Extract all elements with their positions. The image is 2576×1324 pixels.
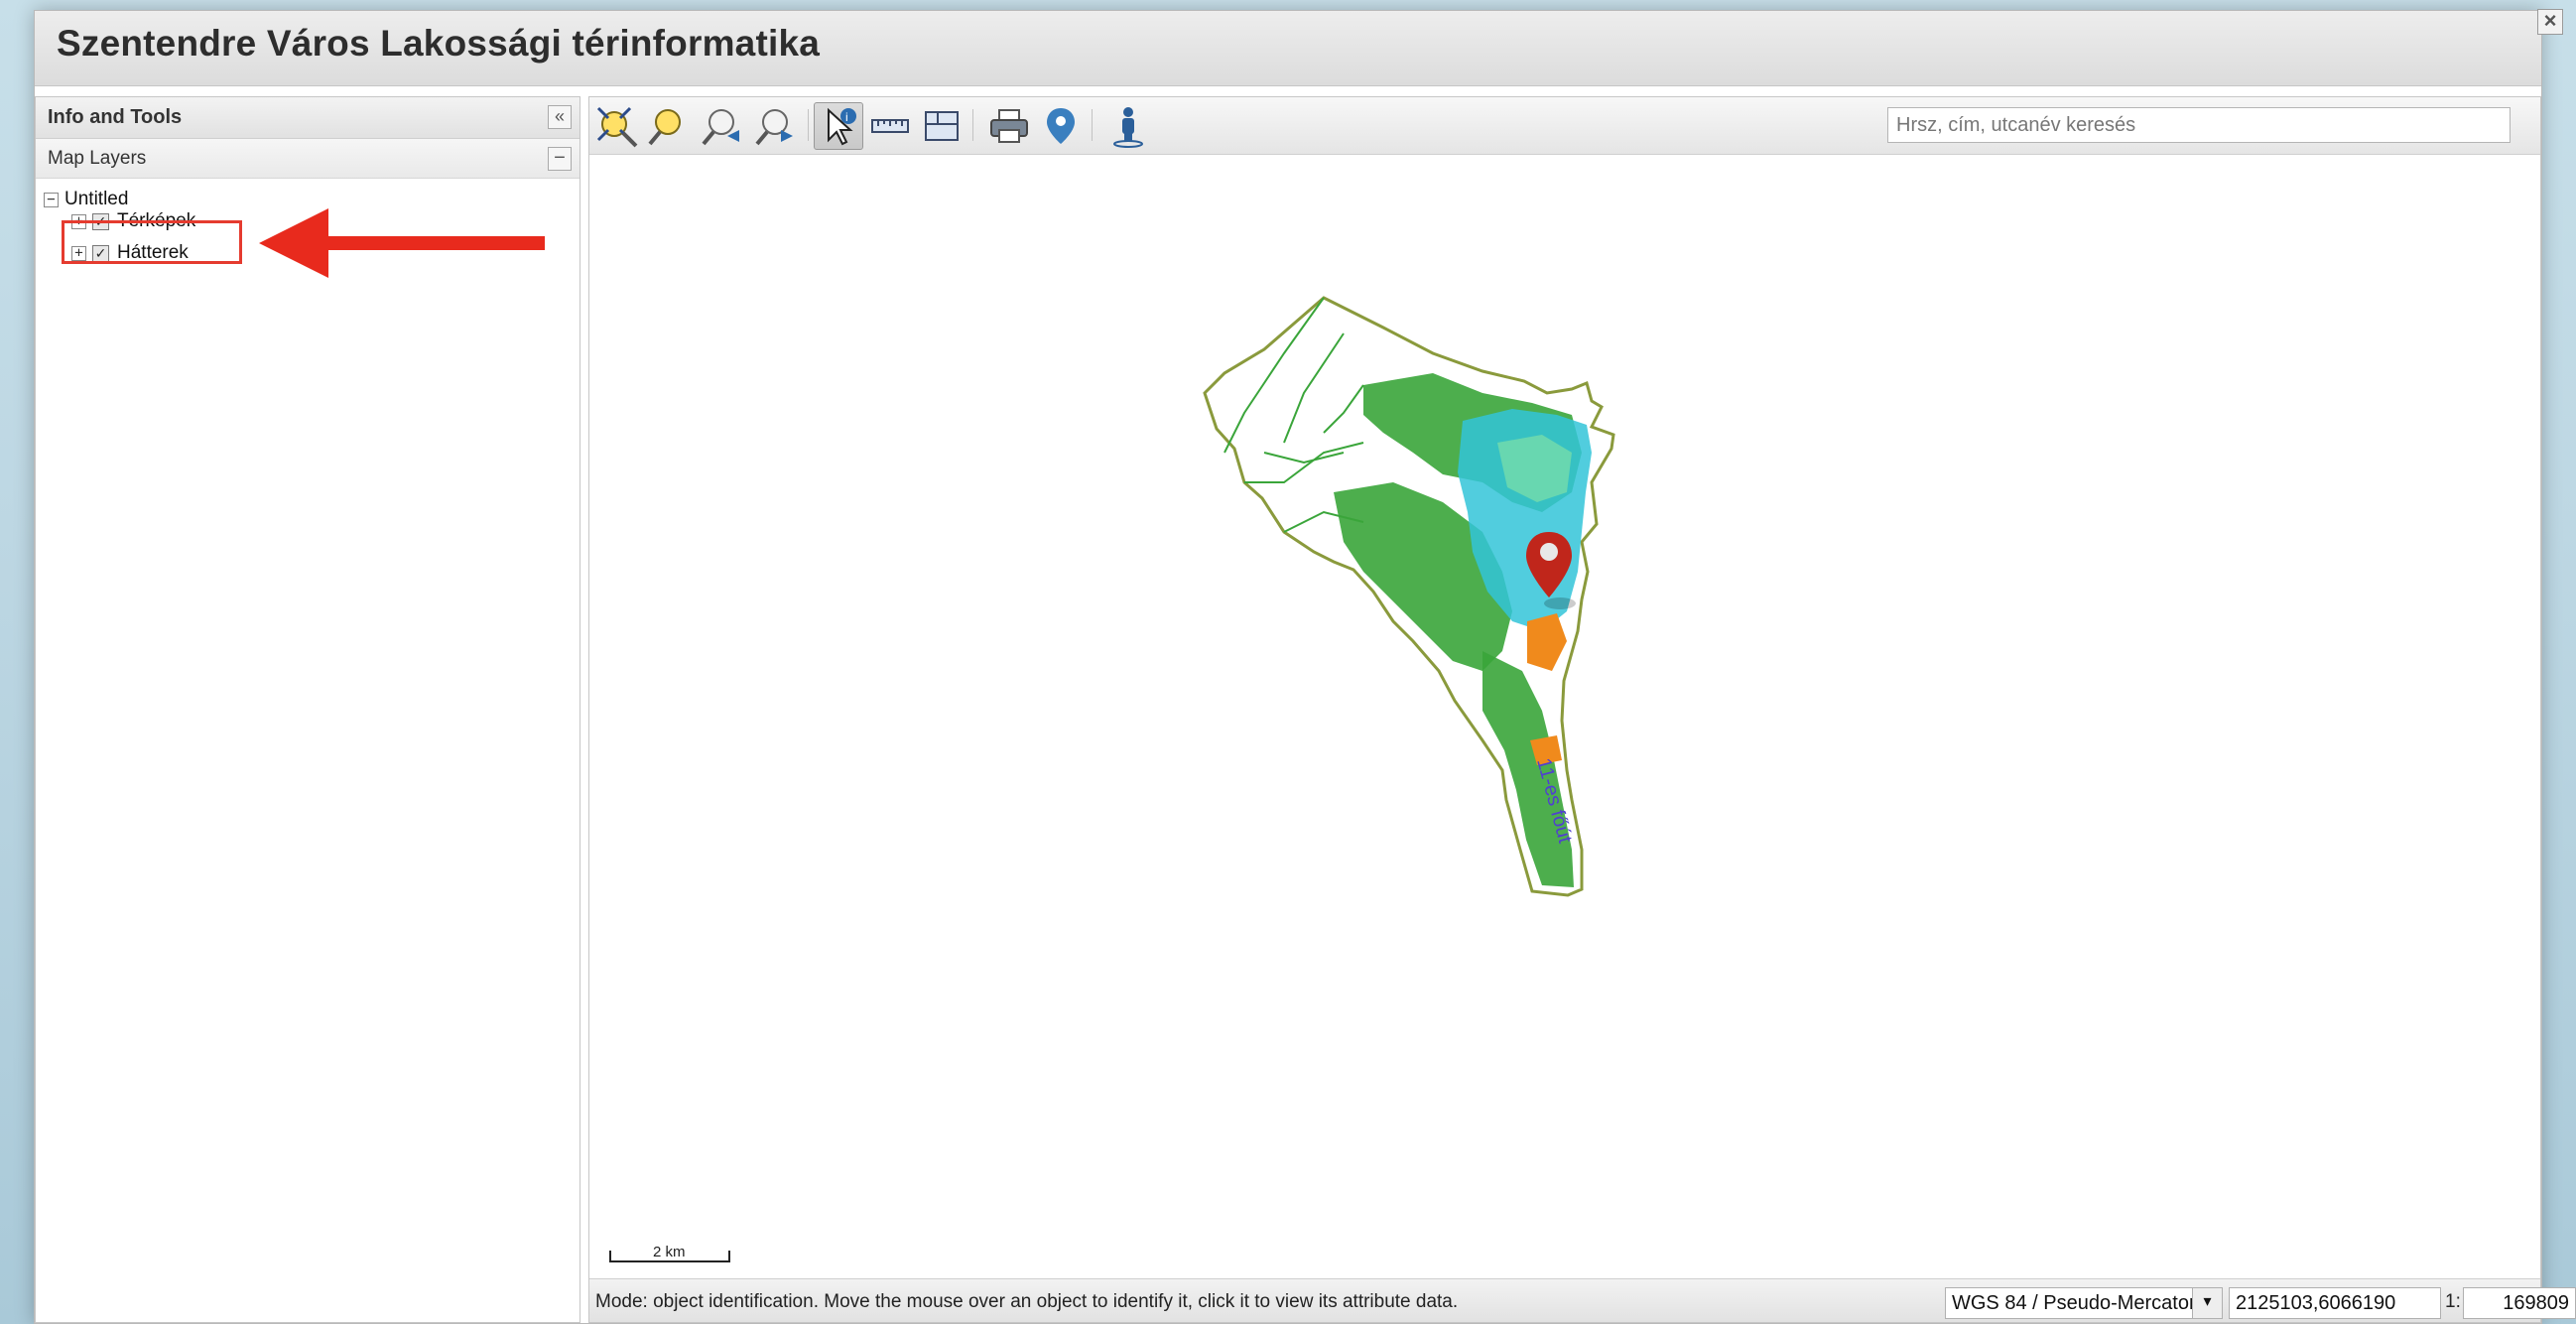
status-bar: Mode: object identification. Move the mo…: [589, 1278, 2576, 1322]
projection-select[interactable]: WGS 84 / Pseudo-Mercator ▾: [1945, 1287, 2223, 1319]
measure-area-icon[interactable]: [917, 102, 966, 150]
info-tools-header: Info and Tools «: [36, 97, 580, 139]
tree-root-label: Untitled: [64, 189, 129, 209]
highlight-box: [62, 220, 242, 264]
scale-input[interactable]: 169809: [2463, 1287, 2576, 1319]
chevron-down-icon[interactable]: ▾: [2192, 1288, 2222, 1318]
scale-bar: 2 km: [609, 1243, 730, 1262]
toolbar-separator: [1092, 109, 1093, 141]
mode-status-text: Mode: object identification. Move the mo…: [595, 1291, 1459, 1312]
coordinates-field[interactable]: 2125103,6066190: [2229, 1287, 2441, 1319]
title-bar: Szentendre Város Lakossági térinformatik…: [35, 9, 2563, 86]
tree-expander[interactable]: −: [44, 192, 59, 207]
scale-prefix: 1:: [2445, 1291, 2461, 1312]
print-icon[interactable]: [984, 102, 1034, 150]
red-arrow-icon: [259, 208, 545, 278]
layer-tree: − Untitled + ✓ Térképek + ✓ Hátterek: [36, 179, 580, 263]
zoom-previous-icon[interactable]: [697, 102, 746, 150]
toolbar-separator: [808, 109, 809, 141]
measure-line-icon[interactable]: [865, 102, 915, 150]
map-toolbar: i: [589, 97, 2540, 155]
identify-icon[interactable]: i: [814, 102, 863, 150]
map-canvas[interactable]: 11-es főút 2 km: [589, 155, 2540, 1278]
close-button[interactable]: ×: [2537, 9, 2563, 35]
projection-value: WGS 84 / Pseudo-Mercator: [1952, 1292, 2196, 1314]
scale-bar-label: 2 km: [653, 1244, 686, 1260]
svg-text:i: i: [845, 110, 848, 124]
toolbar-separator: [972, 109, 973, 141]
map-svg: 11-es főút: [1203, 296, 1615, 897]
collapse-layers-button[interactable]: −: [548, 147, 572, 171]
app-window: Szentendre Város Lakossági térinformatik…: [34, 9, 2576, 1324]
location-pin-icon[interactable]: [1036, 102, 1086, 150]
map-panel: i Hrsz, cím, utcanév keresés 11-es főút …: [588, 96, 2576, 1323]
app-title: Szentendre Város Lakossági térinformatik…: [57, 23, 821, 64]
map-layers-header[interactable]: Map Layers −: [36, 139, 580, 179]
zoom-next-icon[interactable]: [750, 102, 800, 150]
zoom-extent-icon[interactable]: [591, 102, 641, 150]
collapse-panel-button[interactable]: «: [548, 105, 572, 129]
map-layers-title: Map Layers: [48, 148, 147, 169]
info-tools-title: Info and Tools: [48, 106, 183, 128]
zoom-box-icon[interactable]: [643, 102, 693, 150]
search-input[interactable]: [1887, 107, 2511, 143]
info-tools-panel: Info and Tools « Map Layers − − Untitled…: [35, 96, 580, 1323]
street-view-icon[interactable]: [1103, 102, 1153, 150]
